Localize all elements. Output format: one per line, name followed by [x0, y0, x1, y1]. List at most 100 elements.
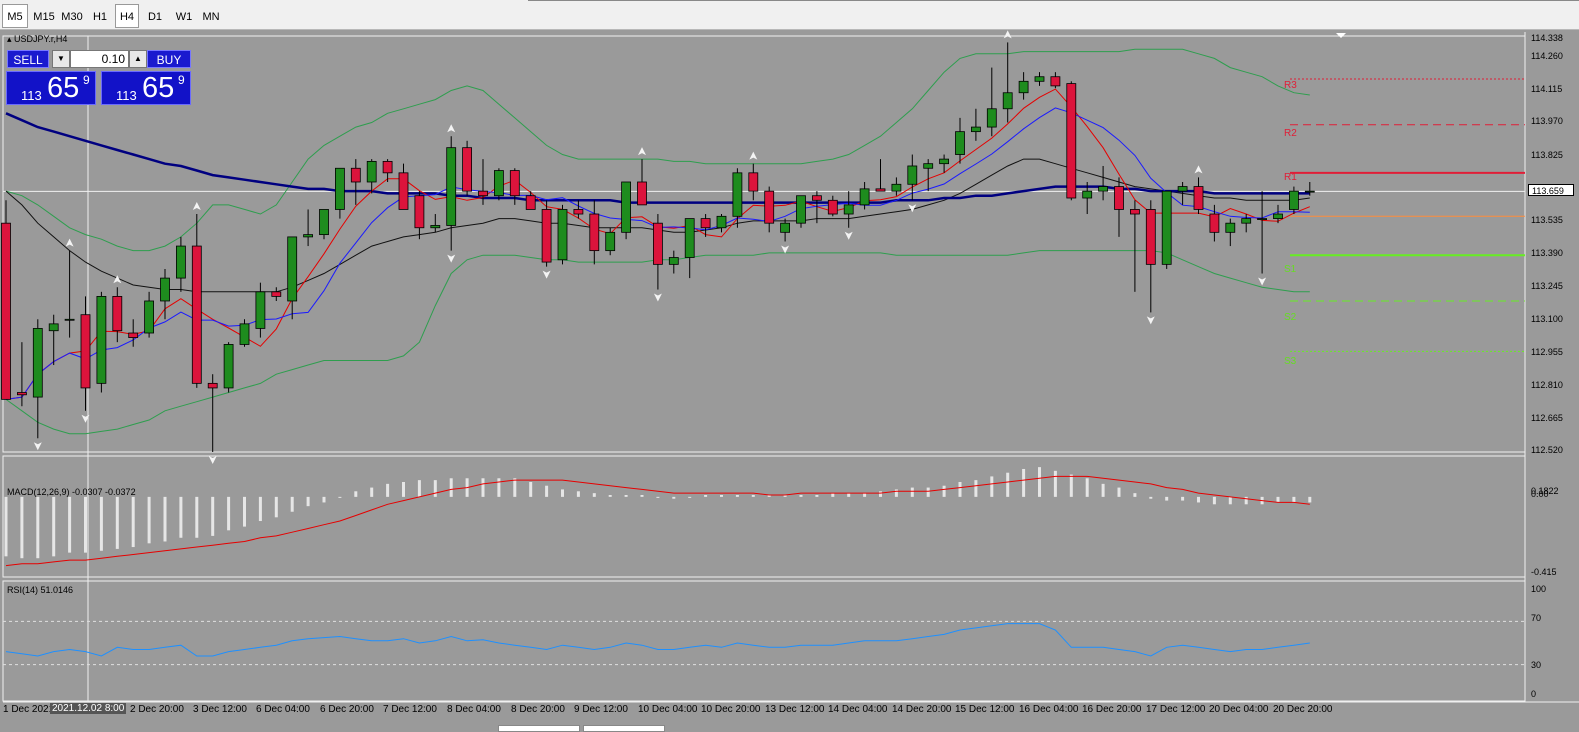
macd-bar — [942, 485, 946, 497]
macd-bar — [1133, 493, 1137, 497]
macd-bar — [1085, 478, 1089, 497]
macd-scale-zero: 0.00 — [1531, 489, 1549, 499]
macd-bar — [211, 496, 215, 536]
time-tick: 17 Dec 12:00 — [1146, 704, 1206, 715]
macd-bar — [402, 481, 405, 497]
macd-bar — [1165, 496, 1169, 501]
candle-body — [112, 296, 123, 332]
candle-body — [827, 199, 838, 215]
price-tick: 113.390 — [1531, 248, 1563, 258]
sell-price-handle: 113 — [21, 88, 42, 103]
time-tick: 9 Dec 12:00 — [574, 704, 628, 715]
macd-bar — [751, 495, 755, 497]
macd-bar — [4, 496, 8, 557]
macd-bar — [894, 489, 898, 497]
macd-bar — [1053, 470, 1057, 497]
candle-body — [764, 190, 775, 224]
candle-body — [525, 195, 536, 210]
candle-body — [891, 183, 902, 192]
chart-tab[interactable] — [498, 725, 580, 732]
macd-bar — [704, 495, 708, 497]
candle-body — [557, 209, 568, 261]
candle-body — [1066, 83, 1077, 199]
macd-bar — [36, 496, 40, 559]
candle-body — [366, 160, 377, 183]
macd-bar — [720, 495, 723, 497]
candle-body — [859, 188, 870, 206]
macd-bar — [879, 491, 882, 497]
candle-body — [1082, 190, 1093, 199]
macd-bar — [656, 496, 660, 498]
time-tick: 6 Dec 04:00 — [256, 704, 310, 715]
time-tick: 14 Dec 20:00 — [892, 704, 952, 715]
macd-bar — [195, 496, 199, 538]
price-tick: 113.970 — [1531, 116, 1563, 126]
candle-body — [1050, 76, 1061, 87]
time-tick: 13 Dec 12:00 — [765, 704, 825, 715]
sell-button[interactable]: SELL — [7, 50, 49, 68]
macd-bar — [417, 480, 421, 497]
macd-bar — [672, 496, 676, 499]
candle-body — [509, 170, 520, 197]
lot-increase-button[interactable]: ▲ — [129, 50, 147, 68]
macd-bar — [274, 496, 278, 518]
macd-bar — [179, 496, 183, 538]
macd-bar — [1197, 496, 1200, 503]
candle-body — [48, 323, 59, 332]
macd-bar — [608, 495, 612, 497]
macd-bar — [1212, 496, 1216, 505]
candle-body — [1, 222, 11, 400]
macd-bar — [624, 495, 628, 497]
candle-body — [478, 190, 488, 197]
pivot-s2-label: S2 — [1284, 312, 1297, 323]
candle-body — [239, 323, 250, 345]
macd-bar — [815, 495, 819, 497]
macd-bar — [863, 493, 867, 497]
sell-price-quote[interactable]: 113 65 9 — [6, 71, 96, 105]
candle-body — [1177, 186, 1188, 192]
time-tick: 20 Dec 04:00 — [1209, 704, 1269, 715]
macd-bar — [1022, 468, 1026, 497]
macd-bar — [910, 487, 914, 497]
sell-price-pips: 65 — [47, 72, 80, 104]
lot-decrease-button[interactable]: ▼ — [52, 50, 70, 68]
macd-bar — [115, 496, 119, 549]
macd-bar — [1244, 496, 1248, 505]
candle-body — [1225, 222, 1236, 233]
chart-tab[interactable] — [583, 725, 665, 732]
candle-body — [605, 231, 616, 252]
crosshair-time-label: 2021.12.02 8:00 — [50, 703, 127, 714]
macd-bar — [433, 480, 437, 497]
buy-button[interactable]: BUY — [147, 50, 191, 68]
time-tick: 20 Dec 20:00 — [1273, 704, 1333, 715]
macd-bar — [958, 481, 962, 497]
candle-body — [907, 165, 918, 185]
sell-price-fraction: 9 — [83, 73, 90, 87]
candle-body — [1145, 209, 1156, 265]
pivot-r1-label: R1 — [1284, 172, 1297, 183]
time-tick: 16 Dec 20:00 — [1082, 704, 1142, 715]
macd-bar — [688, 496, 692, 498]
lot-size-input[interactable] — [70, 50, 129, 68]
macd-bar — [592, 493, 596, 497]
macd-bar — [513, 478, 517, 497]
macd-bar — [1101, 483, 1105, 497]
candle-body — [80, 314, 91, 389]
buy-price-quote[interactable]: 113 65 9 — [101, 71, 191, 105]
candle-body — [923, 163, 934, 169]
candle-body — [637, 181, 647, 206]
candle-body — [493, 170, 504, 197]
candle-body — [1209, 213, 1220, 233]
price-chart[interactable] — [0, 0, 1579, 732]
candle-body — [144, 300, 155, 334]
macd-bar — [847, 493, 851, 497]
price-tick: 113.245 — [1531, 281, 1563, 291]
macd-bar — [529, 481, 533, 497]
macd-bar — [243, 496, 246, 527]
candle-body — [796, 195, 806, 224]
macd-bar — [1006, 472, 1010, 497]
macd-bar — [926, 487, 930, 497]
macd-bar — [84, 496, 87, 553]
macd-bar — [449, 478, 453, 497]
time-tick: 10 Dec 20:00 — [701, 704, 761, 715]
